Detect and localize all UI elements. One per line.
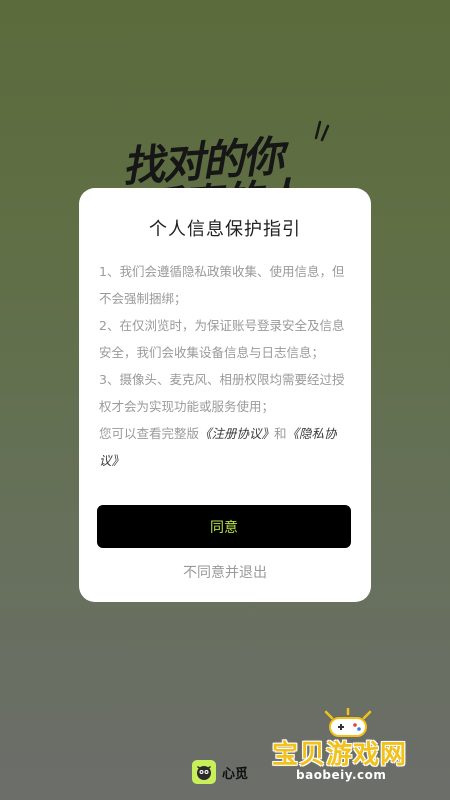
- footer-conjunction: 和: [274, 426, 287, 441]
- privacy-item-3: 3、摄像头、麦克风、相册权限均需要经过授权才会为实现功能或服务使用；: [99, 372, 345, 414]
- site-watermark: 宝贝游戏网 baobeiy.com: [272, 708, 422, 788]
- footer-prefix: 您可以查看完整版: [99, 426, 200, 441]
- privacy-dialog: 个人信息保护指引 1、我们会遵循隐私政策收集、使用信息，但不会强制捆绑； 2、在…: [79, 188, 371, 602]
- app-brand: 心觅: [192, 759, 248, 785]
- agree-button[interactable]: 同意: [97, 505, 351, 548]
- privacy-item-1: 1、我们会遵循隐私政策收集、使用信息，但不会强制捆绑；: [99, 264, 345, 306]
- register-agreement-link[interactable]: 《注册协议》: [199, 426, 274, 441]
- dialog-body: 1、我们会遵循隐私政策收集、使用信息，但不会强制捆绑； 2、在仅浏览时，为保证账…: [99, 258, 353, 474]
- agreement-links-line: 您可以查看完整版《注册协议》和《隐私协议》: [99, 420, 353, 474]
- watermark-url: baobeiy.com: [296, 768, 387, 782]
- watermark-text: 宝贝游戏网: [272, 740, 408, 770]
- disagree-exit-button[interactable]: 不同意并退出: [79, 562, 371, 582]
- app-name: 心觅: [222, 766, 249, 782]
- privacy-item-2: 2、在仅浏览时，为保证账号登录安全及信息安全，我们会收集设备信息与日志信息；: [99, 318, 345, 360]
- sparkle-icon: [314, 120, 330, 142]
- dialog-title: 个人信息保护指引: [149, 219, 301, 240]
- app-logo-icon: [192, 760, 216, 784]
